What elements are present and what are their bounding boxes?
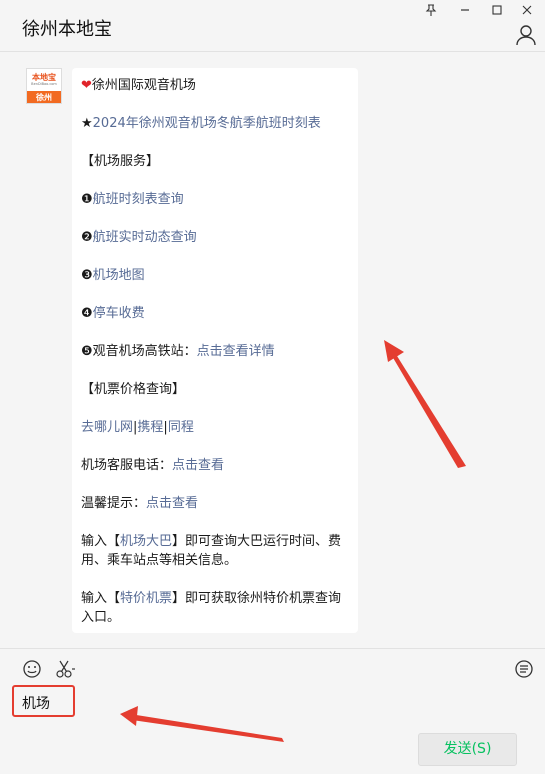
- price-links: 去哪儿网|携程|同程: [81, 420, 194, 435]
- avatar[interactable]: 本地宝 BenDiBao.com 徐州: [26, 68, 62, 104]
- maximize-icon[interactable]: [486, 2, 508, 18]
- chat-area: 本地宝 BenDiBao.com 徐州 ❤徐州国际观音机场 ★2024年徐州观音…: [0, 53, 545, 647]
- avatar-logo: 本地宝 BenDiBao.com: [27, 69, 61, 91]
- scissors-icon[interactable]: [55, 659, 75, 679]
- phone-line: 机场客服电话：点击查看: [81, 458, 225, 473]
- message-heading: ❤徐州国际观音机场: [81, 78, 196, 93]
- services-header: 【机场服务】: [81, 154, 160, 169]
- avatar-city: 徐州: [27, 91, 61, 103]
- profile-icon[interactable]: [515, 24, 537, 46]
- message-input[interactable]: 机场: [22, 693, 50, 713]
- bus-line: 输入【机场大巴】即可查询大巴运行时间、费用、乘车站点等相关信息。: [81, 534, 342, 568]
- heart-icon: ❤: [81, 78, 92, 93]
- tip-line: 温馨提示：点击查看: [81, 496, 199, 511]
- price-header: 【机票价格查询】: [81, 382, 186, 397]
- flight-status-link[interactable]: 航班实时动态查询: [93, 230, 197, 245]
- title-bar: 徐州本地宝: [0, 0, 545, 52]
- bus-link[interactable]: 机场大巴: [120, 534, 172, 549]
- message-bubble: ❤徐州国际观音机场 ★2024年徐州观音机场冬航季航班时刻表 【机场服务】 ❶航…: [72, 68, 358, 633]
- star-icon: ★: [81, 116, 93, 131]
- service-item-1: ❶航班时刻表查询: [81, 192, 184, 207]
- chat-history-icon[interactable]: [514, 659, 534, 679]
- service-item-5: ❺观音机场高铁站：点击查看详情: [81, 344, 275, 359]
- rail-station-link[interactable]: 点击查看详情: [197, 344, 275, 359]
- ticket-line: 输入【特价机票】即可获取徐州特价机票查询入口。: [81, 591, 342, 625]
- pin-icon[interactable]: [420, 2, 442, 18]
- ticket-link[interactable]: 特价机票: [120, 591, 172, 606]
- send-button[interactable]: 发送(S): [418, 733, 517, 766]
- input-area: 机场 发送(S): [0, 648, 545, 774]
- schedule-line: ★2024年徐州观音机场冬航季航班时刻表: [81, 114, 348, 152]
- schedule-link[interactable]: 2024年徐州观音机场冬航季航班时刻表: [93, 116, 321, 131]
- tip-link[interactable]: 点击查看: [146, 496, 198, 511]
- service-item-2: ❷航班实时动态查询: [81, 230, 197, 245]
- close-icon[interactable]: [516, 2, 538, 18]
- flight-schedule-link[interactable]: 航班时刻表查询: [93, 192, 184, 207]
- ctrip-link[interactable]: 携程: [137, 420, 163, 435]
- emoji-icon[interactable]: [22, 659, 42, 679]
- airport-map-link[interactable]: 机场地图: [93, 268, 145, 283]
- minimize-icon[interactable]: [454, 2, 476, 18]
- service-item-3: ❸机场地图: [81, 268, 145, 283]
- window-title: 徐州本地宝: [22, 19, 112, 40]
- tongcheng-link[interactable]: 同程: [168, 420, 194, 435]
- parking-fee-link[interactable]: 停车收费: [93, 306, 145, 321]
- phone-link[interactable]: 点击查看: [172, 458, 224, 473]
- service-item-4: ❹停车收费: [81, 306, 145, 321]
- qunar-link[interactable]: 去哪儿网: [81, 420, 133, 435]
